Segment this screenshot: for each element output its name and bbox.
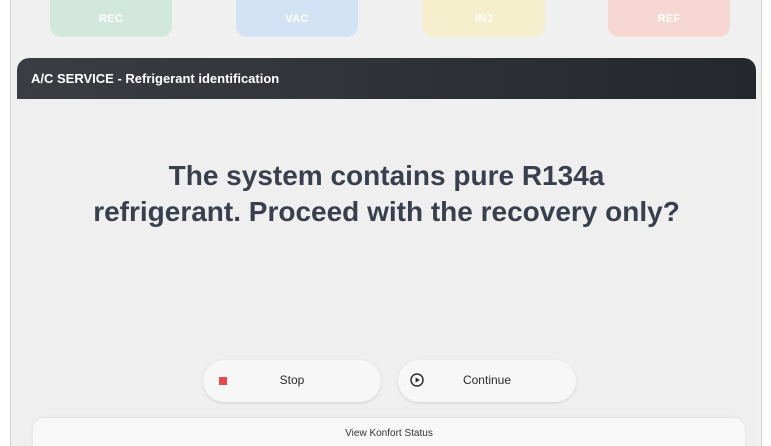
phase-tab-label: REC [98, 12, 124, 25]
message-line-1: The system contains pure R134a [168, 160, 605, 191]
konfort-status-label: View Konfort Status [345, 428, 433, 439]
continue-button-label: Continue [462, 373, 512, 387]
phase-tab-label: INJ [474, 12, 494, 25]
phase-tab-label: VAC [285, 12, 309, 25]
stop-button[interactable]: Stop [203, 360, 381, 402]
phase-tab-rec[interactable]: REC [50, 0, 172, 37]
app-frame: REC VAC INJ REF A/C SERVICE - Refrigeran… [10, 0, 762, 446]
stop-button-label: Stop [279, 373, 305, 387]
panel-title: A/C SERVICE - Refrigerant identification [31, 71, 280, 86]
panel-header: A/C SERVICE - Refrigerant identification [17, 58, 756, 99]
phase-tab-ref[interactable]: REF [608, 0, 730, 37]
phase-tab-vac[interactable]: VAC [236, 0, 358, 37]
dialog-panel: A/C SERVICE - Refrigerant identification… [17, 58, 756, 446]
phase-tab-inj[interactable]: INJ [423, 0, 545, 37]
confirmation-message: The system contains pure R134a refrigera… [17, 158, 756, 230]
message-line-2: refrigerant. Proceed with the recovery o… [93, 196, 680, 227]
konfort-status-bar[interactable]: View Konfort Status [33, 418, 745, 446]
phase-tab-label: REF [657, 12, 681, 25]
continue-button[interactable]: Continue [398, 360, 576, 402]
